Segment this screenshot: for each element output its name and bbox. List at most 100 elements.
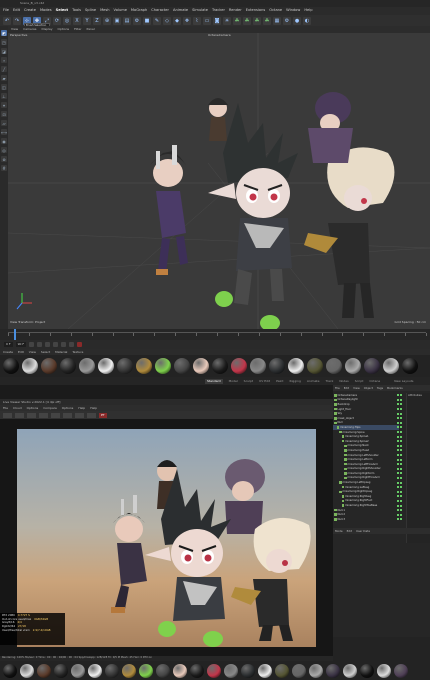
visibility-dot-icon[interactable] bbox=[397, 431, 399, 434]
object-menu-object[interactable]: Object bbox=[364, 386, 373, 390]
points-mode-icon[interactable]: ∙ bbox=[1, 57, 7, 63]
timeline-ruler[interactable] bbox=[8, 332, 427, 336]
viewport-menu-view[interactable]: View bbox=[11, 28, 18, 31]
camera-icon[interactable]: ◙ bbox=[213, 16, 221, 25]
material-swatch[interactable] bbox=[360, 663, 374, 678]
render-to-picture-viewer-icon[interactable]: ▤ bbox=[123, 16, 131, 25]
render-dot-icon[interactable] bbox=[400, 421, 402, 424]
visibility-dot-icon[interactable] bbox=[397, 486, 399, 489]
render-dot-icon[interactable] bbox=[400, 398, 402, 401]
pause-render-icon[interactable] bbox=[27, 412, 36, 418]
live-viewer-menu-compare[interactable]: Compare bbox=[43, 406, 57, 410]
object-flags[interactable] bbox=[397, 517, 405, 522]
object-menu-tags[interactable]: Tags bbox=[377, 386, 383, 390]
octane-material-icon[interactable]: ● bbox=[293, 16, 301, 25]
material-swatch[interactable] bbox=[258, 663, 272, 678]
clay-mode-icon[interactable] bbox=[63, 412, 72, 418]
octane-settings-icon[interactable]: ⚙ bbox=[283, 16, 291, 25]
attribute-menu-mode[interactable]: Mode bbox=[335, 529, 343, 533]
menu-window[interactable]: Window bbox=[286, 9, 300, 13]
pen-icon[interactable]: ✎ bbox=[153, 16, 161, 25]
material-swatch[interactable] bbox=[402, 358, 418, 374]
material-swatch[interactable] bbox=[79, 358, 95, 374]
render-dot-icon[interactable] bbox=[400, 444, 402, 447]
render-dot-icon[interactable] bbox=[400, 431, 402, 434]
visibility-dot-icon[interactable] bbox=[397, 495, 399, 498]
material-swatch[interactable] bbox=[275, 663, 289, 678]
material-swatch[interactable] bbox=[269, 358, 285, 374]
live-viewer-menu-cloud[interactable]: Cloud bbox=[13, 406, 22, 410]
visibility-dot-icon[interactable] bbox=[397, 476, 399, 479]
tab-script[interactable]: Script bbox=[355, 379, 364, 383]
material-swatch[interactable] bbox=[41, 358, 57, 374]
visibility-dot-icon[interactable] bbox=[397, 435, 399, 438]
visibility-dot-icon[interactable] bbox=[397, 412, 399, 415]
object-menu-file[interactable]: File bbox=[335, 386, 340, 390]
tab-octane[interactable]: Octane bbox=[369, 379, 380, 383]
material-swatch[interactable] bbox=[250, 358, 266, 374]
menu-mesh[interactable]: Mesh bbox=[100, 9, 109, 13]
previous-key-icon[interactable] bbox=[37, 342, 43, 347]
menu-simulate[interactable]: Simulate bbox=[192, 9, 208, 13]
symmetry-icon[interactable]: ⟷ bbox=[1, 129, 7, 135]
menu-spline[interactable]: Spline bbox=[85, 9, 96, 13]
model-mode-icon[interactable]: ◳ bbox=[1, 39, 7, 45]
material-swatch[interactable] bbox=[345, 358, 361, 374]
live-viewer-menu-help[interactable]: Help bbox=[78, 406, 85, 410]
material-swatch[interactable] bbox=[20, 663, 34, 678]
visibility-dot-icon[interactable] bbox=[397, 408, 399, 411]
live-viewer-menu-help[interactable]: Help bbox=[90, 406, 97, 410]
material-swatch[interactable] bbox=[54, 663, 68, 678]
render-dot-icon[interactable] bbox=[400, 463, 402, 466]
visibility-dot-icon[interactable] bbox=[397, 463, 399, 466]
render-dot-icon[interactable] bbox=[400, 394, 402, 397]
redo-icon[interactable]: ↷ bbox=[13, 16, 21, 25]
make-editable-icon[interactable]: ◩ bbox=[1, 30, 7, 36]
attribute-menu-user-data[interactable]: User Data bbox=[356, 529, 370, 533]
menu-tools[interactable]: Tools bbox=[72, 9, 81, 13]
material-menu-texture[interactable]: Texture bbox=[72, 350, 83, 354]
visibility-dot-icon[interactable] bbox=[397, 472, 399, 475]
material-swatch[interactable] bbox=[241, 663, 255, 678]
tab-standard[interactable]: Standard bbox=[205, 378, 223, 384]
material-swatch[interactable] bbox=[174, 358, 190, 374]
render-dot-icon[interactable] bbox=[400, 403, 402, 406]
material-swatch[interactable] bbox=[71, 663, 85, 678]
visibility-dot-icon[interactable] bbox=[397, 394, 399, 397]
play-forward-icon[interactable] bbox=[53, 342, 59, 347]
material-swatch[interactable] bbox=[309, 663, 323, 678]
light-icon[interactable]: ☀ bbox=[223, 16, 231, 25]
menu-create[interactable]: Create bbox=[24, 9, 36, 13]
floor-icon[interactable]: ▭ bbox=[203, 16, 211, 25]
render-dot-icon[interactable] bbox=[400, 449, 402, 452]
octane-live-viewer-icon[interactable]: ▦ bbox=[273, 16, 281, 25]
material-swatch[interactable] bbox=[3, 358, 19, 374]
tweak-mode-icon[interactable]: ⌖ bbox=[1, 102, 7, 108]
menu-edit[interactable]: Edit bbox=[13, 9, 20, 13]
tab-animate[interactable]: Animate bbox=[307, 379, 320, 383]
render-dot-icon[interactable] bbox=[400, 417, 402, 420]
current-frame-field[interactable]: 0 F bbox=[4, 342, 13, 347]
lock-z-icon[interactable]: Z bbox=[93, 16, 101, 25]
soft-selection-icon[interactable]: ◉ bbox=[1, 138, 7, 144]
timeline[interactable] bbox=[0, 329, 430, 340]
menu-tracker[interactable]: Tracker bbox=[212, 9, 225, 13]
undo-icon[interactable]: ↶ bbox=[3, 16, 11, 25]
visibility-dot-icon[interactable] bbox=[397, 513, 399, 516]
material-swatch[interactable] bbox=[212, 358, 228, 374]
render-dot-icon[interactable] bbox=[400, 458, 402, 461]
focus-picker-icon[interactable] bbox=[75, 412, 84, 418]
material-swatch[interactable] bbox=[136, 358, 152, 374]
record-icon[interactable] bbox=[77, 342, 83, 347]
workplane-icon[interactable]: ▱ bbox=[1, 120, 7, 126]
tab-track[interactable]: Track bbox=[325, 379, 333, 383]
render-view-icon[interactable]: ▣ bbox=[113, 16, 121, 25]
render-dot-icon[interactable] bbox=[400, 504, 402, 507]
material-swatch[interactable] bbox=[60, 358, 76, 374]
material-swatch[interactable] bbox=[224, 663, 238, 678]
visibility-dot-icon[interactable] bbox=[397, 421, 399, 424]
timeline-playhead[interactable] bbox=[14, 329, 16, 340]
visibility-dot-icon[interactable] bbox=[397, 518, 399, 521]
lock-x-icon[interactable]: X bbox=[73, 16, 81, 25]
material-swatch[interactable] bbox=[307, 358, 323, 374]
